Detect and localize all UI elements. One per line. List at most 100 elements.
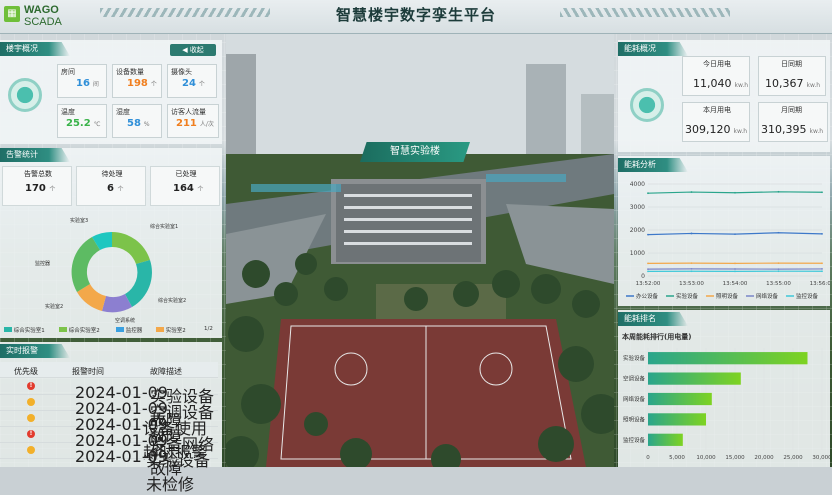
donut-label: 实验室3: [70, 217, 88, 224]
table-row[interactable]: 2024-01-09 设备使用超时报警: [0, 411, 218, 427]
logo-text-wago: WAGO: [24, 4, 59, 16]
table-row[interactable]: 2024-01-09 实验设备未检修: [0, 443, 218, 459]
stat-label: 摄像头: [171, 67, 192, 77]
table-row[interactable]: 2024-01-09 空调设备故障: [0, 395, 218, 411]
alarm-count: 170: [25, 183, 46, 194]
stat-value: 58%: [127, 118, 150, 129]
legend-item[interactable]: 实验室2: [156, 326, 186, 334]
header-decoration-right: [560, 8, 730, 17]
data-point: [821, 262, 823, 264]
collapse-label: 收起: [190, 46, 204, 54]
energy-number: 310,395: [761, 123, 807, 136]
3d-campus-view[interactable]: [226, 34, 614, 467]
alarm-handled: 已处理 164 个: [150, 166, 220, 206]
stat-number: 198: [127, 78, 148, 89]
data-point: [734, 268, 736, 270]
stat-number: 16: [76, 78, 90, 89]
data-point: [734, 233, 736, 235]
stat-humidity: 湿度 58%: [112, 104, 162, 138]
stat-number: 58: [127, 118, 141, 129]
category-label: 空调设备: [623, 375, 646, 383]
energy-overview-panel: 能耗概况 今日用电 11,040kw.h 日同期 10,367kw.h 本月用电…: [618, 40, 830, 152]
building-overview-panel: 楼宇概况 ◀ 收起 房间 16间 设备数量 198个 摄像头 24个 温度 25…: [0, 40, 222, 144]
category-label: 照明设备: [623, 415, 646, 423]
table-row[interactable]: ! 2024-01-09 设备网络故障: [0, 427, 218, 443]
legend-item[interactable]: 监控器: [116, 326, 142, 334]
stat-value: 24个: [182, 78, 205, 89]
column-header-priority: 优先级: [14, 366, 38, 377]
data-point: [647, 234, 649, 236]
x-tick-label: 30,000: [812, 455, 830, 461]
donut-slice[interactable]: [112, 232, 150, 264]
alarm-count: 164: [173, 183, 194, 194]
legend-pager[interactable]: 1/2: [204, 326, 213, 332]
page-title: 智慧楼宇数字孪生平台: [290, 4, 542, 25]
data-point: [778, 268, 780, 270]
legend-label: 综合实验室1: [14, 328, 45, 334]
data-point: [821, 270, 823, 272]
energy-number: 11,040: [693, 77, 732, 90]
legend-label: 办公设备: [636, 292, 659, 300]
panel-title: 能耗排名: [618, 312, 688, 326]
energy-unit: kw.h: [735, 82, 749, 89]
stat-value: 25.2℃: [66, 118, 100, 129]
energy-value: 309,120kw.h: [685, 123, 747, 136]
energy-today: 今日用电 11,040kw.h: [682, 56, 750, 96]
bar: [648, 434, 683, 446]
donut-slice[interactable]: [125, 260, 152, 307]
energy-label: 月同期: [781, 105, 802, 115]
building-label[interactable]: 智慧实验楼: [360, 142, 470, 162]
alarm-pending: 待处理 6 个: [76, 166, 146, 206]
x-tick-label: 20,000: [754, 455, 774, 461]
energy-unit: kw.h: [810, 128, 824, 135]
legend-item[interactable]: 综合实验室2: [59, 326, 100, 334]
panel-title: 楼宇概况: [0, 42, 70, 56]
logo-text-scada: SCADA: [24, 16, 62, 28]
stat-rooms: 房间 16间: [57, 64, 107, 98]
category-label: 监控设备: [623, 436, 646, 444]
energy-month-yoy: 月同期 310,395kw.h: [758, 102, 828, 142]
collapse-button[interactable]: ◀ 收起: [170, 44, 216, 56]
legend-label: 网络设备: [756, 292, 779, 300]
data-point: [778, 232, 780, 234]
alarm-unit: 个: [49, 186, 55, 193]
stat-value: 211人/次: [176, 118, 214, 129]
alarm-count: 6: [107, 183, 114, 194]
legend-label: 监控器: [126, 328, 143, 334]
alarm-box-label: 告警总数: [3, 169, 73, 179]
donut-slice[interactable]: [72, 237, 100, 292]
energy-day-yoy: 日同期 10,367kw.h: [758, 56, 826, 96]
legend-label: 综合实验室2: [69, 328, 100, 334]
legend-item[interactable]: 综合实验室1: [4, 326, 45, 334]
legend-label: 实验室2: [166, 328, 186, 334]
priority-medium-icon: [27, 398, 35, 406]
data-point: [734, 192, 736, 194]
chart-subtitle: 本周能耗排行(用电量): [622, 332, 691, 342]
energy-number: 10,367: [765, 77, 804, 90]
panel-title: 能耗分析: [618, 158, 688, 172]
data-point: [778, 262, 780, 264]
stat-value: 198个: [127, 78, 157, 89]
speaker-icon: ◀: [182, 46, 187, 54]
stat-label: 湿度: [116, 107, 130, 117]
stat-temperature: 温度 25.2℃: [57, 104, 107, 138]
bar: [648, 372, 741, 384]
priority-medium-icon: [27, 414, 35, 422]
energy-icon: [630, 88, 664, 122]
x-tick-label: 0: [646, 455, 650, 461]
energy-unit: kw.h: [734, 128, 748, 135]
stat-unit: 间: [93, 81, 99, 88]
legend-label: 监控设备: [796, 292, 819, 300]
data-point: [691, 268, 693, 270]
stat-number: 211: [176, 118, 197, 129]
donut-label: 实验室2: [45, 303, 63, 310]
header-decoration-left: [100, 8, 270, 17]
alarm-stats-panel: 告警统计 告警总数 170 个 待处理 6 个 已处理 164 个 实验室3 综…: [0, 148, 222, 338]
panel-title: 告警统计: [0, 148, 70, 162]
x-tick-label: 13:54:00: [723, 281, 748, 287]
donut-label: 综合实验室2: [158, 297, 186, 304]
stat-devices: 设备数量 198个: [112, 64, 162, 98]
stat-label: 访客人流量: [171, 107, 206, 117]
table-row[interactable]: ! 2024-01-09 实验设备故障: [0, 379, 218, 395]
y-tick-label: 1000: [630, 250, 645, 257]
